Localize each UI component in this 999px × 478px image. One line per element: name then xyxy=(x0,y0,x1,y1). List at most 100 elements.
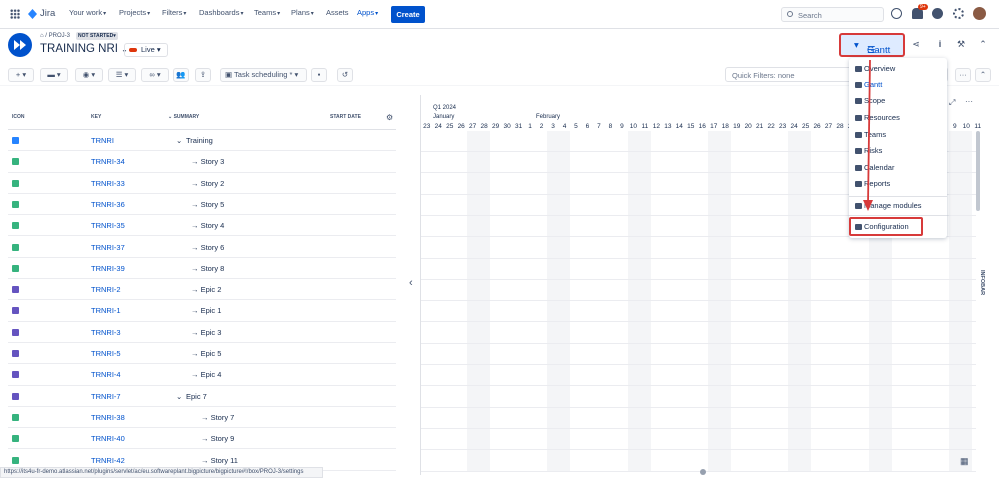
story-icon xyxy=(12,435,19,443)
wrench-icon[interactable]: ⚒ xyxy=(954,39,968,53)
table-row[interactable]: TRNRI-1 → Epic 1 xyxy=(8,300,396,322)
gantt-day-label: 21 xyxy=(756,123,764,130)
expand-toggle-icon[interactable]: ⌄ xyxy=(176,136,182,145)
vertical-scrollbar[interactable] xyxy=(976,131,980,211)
collapse-panel-icon[interactable]: ‹ xyxy=(409,277,413,289)
compass-icon[interactable] xyxy=(891,8,902,19)
column-header-icon[interactable]: ICON xyxy=(12,114,25,120)
issue-key-link[interactable]: TRNRI-2 xyxy=(91,285,121,294)
eye-icon: ◉ xyxy=(82,70,90,79)
issue-key-link[interactable]: TRNRI-34 xyxy=(91,157,125,166)
search-input[interactable]: Search xyxy=(781,7,884,22)
table-row[interactable]: TRNRI-39 → Story 8 xyxy=(8,258,396,280)
collapse-header-icon[interactable]: ⌃ xyxy=(976,39,990,53)
column-header-summary[interactable]: ⌄ SUMMARY xyxy=(168,114,199,120)
epic-icon xyxy=(12,350,19,357)
story-icon xyxy=(12,264,19,272)
nav-dashboards[interactable]: Dashboards▾ xyxy=(199,8,243,17)
table-row[interactable]: TRNRI-37 → Story 6 xyxy=(8,237,396,258)
issue-key-link[interactable]: TRNRI-38 xyxy=(91,413,125,422)
issue-key-link[interactable]: TRNRI-42 xyxy=(91,456,125,465)
link-icon: ∞ xyxy=(149,70,155,79)
help-icon[interactable] xyxy=(932,8,943,19)
horizontal-scroll-handle[interactable] xyxy=(700,469,706,475)
infobar-tab[interactable]: INFOBAR xyxy=(979,270,985,295)
create-button[interactable]: Create xyxy=(391,6,425,23)
issue-key-link[interactable]: TRNRI-40 xyxy=(91,434,125,443)
table-row[interactable]: TRNRI-4 → Epic 4 xyxy=(8,364,396,386)
group-icon xyxy=(12,137,19,144)
toolbar-more-button[interactable]: ··· xyxy=(955,68,971,82)
gantt-day-label: 7 xyxy=(597,123,601,130)
issue-key-link[interactable]: TRNRI-37 xyxy=(91,243,125,252)
issue-key-link[interactable]: TRNRI-7 xyxy=(91,392,121,401)
nav-your-work[interactable]: Your work▾ xyxy=(69,8,106,17)
issue-key-link[interactable]: TRNRI-33 xyxy=(91,179,125,188)
gantt-day-label: 24 xyxy=(434,123,442,130)
table-row[interactable]: ⌄ TRNRI-7 Epic 7 xyxy=(8,386,396,407)
issue-summary: → Epic 1 xyxy=(191,306,222,316)
save-button[interactable]: ▪ xyxy=(311,68,327,82)
nav-projects[interactable]: Projects▾ xyxy=(119,8,150,17)
toolbar-collapse-button[interactable]: ⌃ xyxy=(975,68,991,82)
issue-key-link[interactable]: TRNRI-4 xyxy=(91,370,121,379)
column-settings-icon[interactable]: ⚙ xyxy=(386,113,393,122)
undo-button[interactable]: ↺ xyxy=(337,68,353,82)
settings-icon[interactable] xyxy=(953,8,964,19)
gantt-more-icon[interactable]: ··· xyxy=(965,97,973,106)
nav-apps[interactable]: Apps▾ xyxy=(357,8,378,17)
project-avatar[interactable] xyxy=(8,33,32,57)
folder-dropdown[interactable]: ▬ ▾ xyxy=(40,68,68,82)
issue-key-link[interactable]: TRNRI-5 xyxy=(91,349,121,358)
expand-icon[interactable]: ⤢ xyxy=(949,98,955,108)
column-header-start-date[interactable]: START DATE xyxy=(330,114,361,120)
breadcrumb[interactable]: ⌂ / PROJ-3 xyxy=(40,33,70,39)
nav-teams[interactable]: Teams▾ xyxy=(254,8,280,17)
table-row[interactable]: TRNRI-5 → Epic 5 xyxy=(8,343,396,365)
page-title[interactable]: TRAINING NRI ⌄ xyxy=(40,43,128,55)
team-button[interactable]: 👥 xyxy=(173,68,189,82)
columns-dropdown[interactable]: ☰ ▾ xyxy=(108,68,136,82)
issue-key-link[interactable]: TRNRI xyxy=(91,136,114,145)
annotation-arrow xyxy=(863,59,873,211)
jira-brand[interactable]: Jira xyxy=(40,8,55,19)
task-scheduling-dropdown[interactable]: ▣ Task scheduling * ▾ xyxy=(220,68,307,82)
search-icon xyxy=(787,11,793,17)
table-row[interactable]: TRNRI-34 → Story 3 xyxy=(8,151,396,173)
nav-filters[interactable]: Filters▾ xyxy=(162,8,186,17)
issue-summary: → Epic 4 xyxy=(191,370,222,380)
nav-plans[interactable]: Plans▾ xyxy=(291,8,314,17)
issue-key-link[interactable]: TRNRI-3 xyxy=(91,328,121,337)
table-row[interactable]: TRNRI-3 → Epic 3 xyxy=(8,322,396,343)
table-row[interactable]: ⌄ TRNRI Training xyxy=(8,130,396,152)
share-icon[interactable]: ⋖ xyxy=(909,39,923,53)
issue-key-link[interactable]: TRNRI-36 xyxy=(91,200,125,209)
table-row[interactable]: TRNRI-36 → Story 5 xyxy=(8,194,396,216)
map-icon[interactable]: ▦ xyxy=(960,456,969,467)
link-dropdown[interactable]: ∞ ▾ xyxy=(141,68,169,82)
upload-button[interactable]: ⇪ xyxy=(195,68,211,82)
issue-key-link[interactable]: TRNRI-39 xyxy=(91,264,125,273)
table-row[interactable]: TRNRI-33 → Story 2 xyxy=(8,173,396,194)
live-dropdown[interactable]: Live ▾ xyxy=(124,43,168,57)
top-navigation: Jira Your work▾ Projects▾ Filters▾ Dashb… xyxy=(0,0,999,29)
status-badge[interactable]: NOT STARTED▾ xyxy=(76,32,118,40)
issue-key-link[interactable]: TRNRI-35 xyxy=(91,221,125,230)
issue-key-link[interactable]: TRNRI-1 xyxy=(91,306,121,315)
expand-toggle-icon[interactable]: ⌄ xyxy=(176,392,182,401)
jira-logo-icon[interactable] xyxy=(28,9,37,19)
gantt-day-label: 14 xyxy=(675,123,683,130)
info-icon[interactable]: i xyxy=(933,39,947,53)
table-row[interactable]: TRNRI-35 → Story 4 xyxy=(8,215,396,237)
view-dropdown[interactable]: ◉ ▾ xyxy=(75,68,103,82)
column-header-key[interactable]: KEY xyxy=(91,114,101,120)
app-switcher-icon[interactable] xyxy=(10,9,20,19)
avatar[interactable] xyxy=(973,7,986,20)
add-button[interactable]: + ▾ xyxy=(8,68,34,82)
gantt-day-label: 19 xyxy=(733,123,741,130)
table-row[interactable]: TRNRI-2 → Epic 2 xyxy=(8,279,396,301)
nav-assets[interactable]: Assets xyxy=(326,8,349,17)
table-row[interactable]: TRNRI-38 → Story 7 xyxy=(8,407,396,429)
table-row[interactable]: TRNRI-40 → Story 9 xyxy=(8,428,396,450)
summary-header-text: SUMMARY xyxy=(173,114,200,120)
